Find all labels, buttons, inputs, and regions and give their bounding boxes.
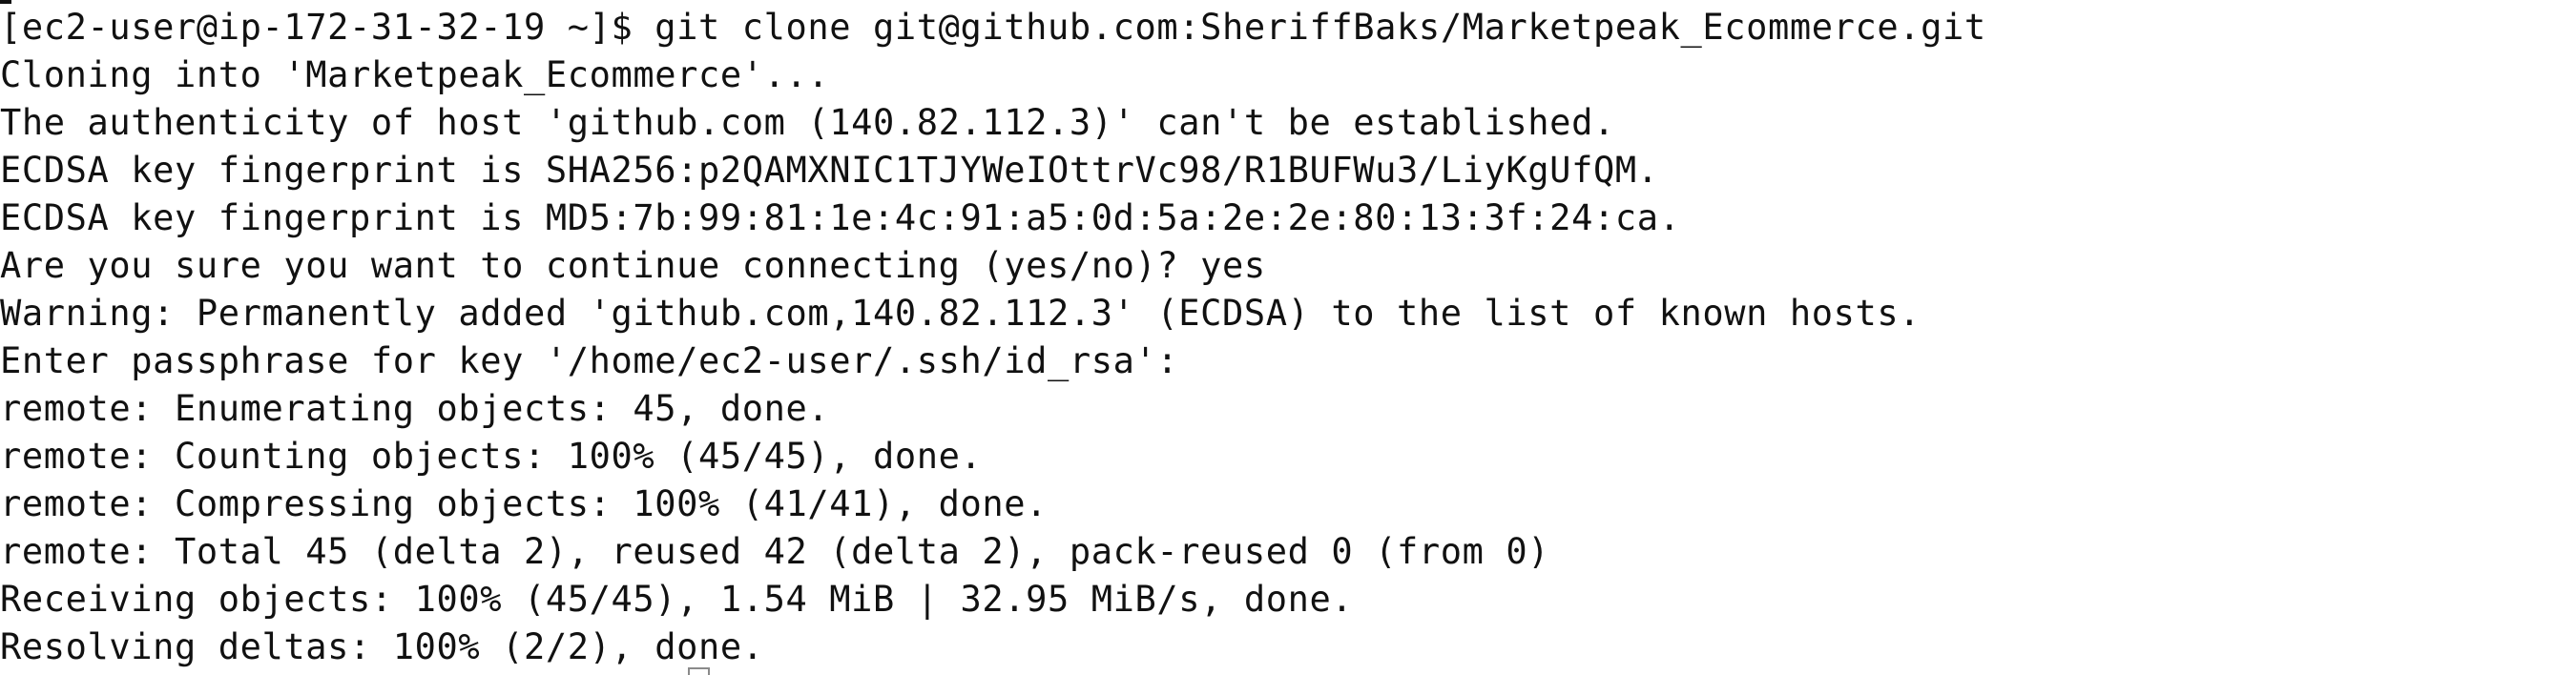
shell-prompt: [ec2-user@ip-172-31-32-19 ~]$ [0, 7, 655, 48]
output-line: Are you sure you want to continue connec… [0, 245, 1266, 286]
output-line: remote: Enumerating objects: 45, done. [0, 388, 830, 429]
output-line: The authenticity of host 'github.com (14… [0, 102, 1615, 143]
output-line: ECDSA key fingerprint is SHA256:p2QAMXNI… [0, 150, 1659, 191]
text-cursor [688, 667, 710, 675]
terminal-window[interactable]: [ec2-user@ip-172-31-32-19 ~]$ git clone … [0, 0, 2576, 675]
output-line: remote: Counting objects: 100% (45/45), … [0, 436, 983, 477]
output-line: Resolving deltas: 100% (2/2), done. [0, 626, 764, 667]
command-line: [ec2-user@ip-172-31-32-19 ~]$ git clone … [0, 4, 1986, 51]
output-line: Cloning into 'Marketpeak_Ecommerce'... [0, 54, 830, 95]
output-line: Enter passphrase for key '/home/ec2-user… [0, 340, 1179, 381]
output-line: Warning: Permanently added 'github.com,1… [0, 293, 1922, 334]
command-text: git clone git@github.com:SheriffBaks/Mar… [654, 7, 1986, 48]
output-line: ECDSA key fingerprint is MD5:7b:99:81:1e… [0, 197, 1681, 238]
output-line: remote: Total 45 (delta 2), reused 42 (d… [0, 531, 1550, 572]
output-line: Receiving objects: 100% (45/45), 1.54 Mi… [0, 579, 1354, 620]
terminal-output: [ec2-user@ip-172-31-32-19 ~]$ git clone … [0, 4, 1986, 671]
output-line: remote: Compressing objects: 100% (41/41… [0, 483, 1049, 524]
